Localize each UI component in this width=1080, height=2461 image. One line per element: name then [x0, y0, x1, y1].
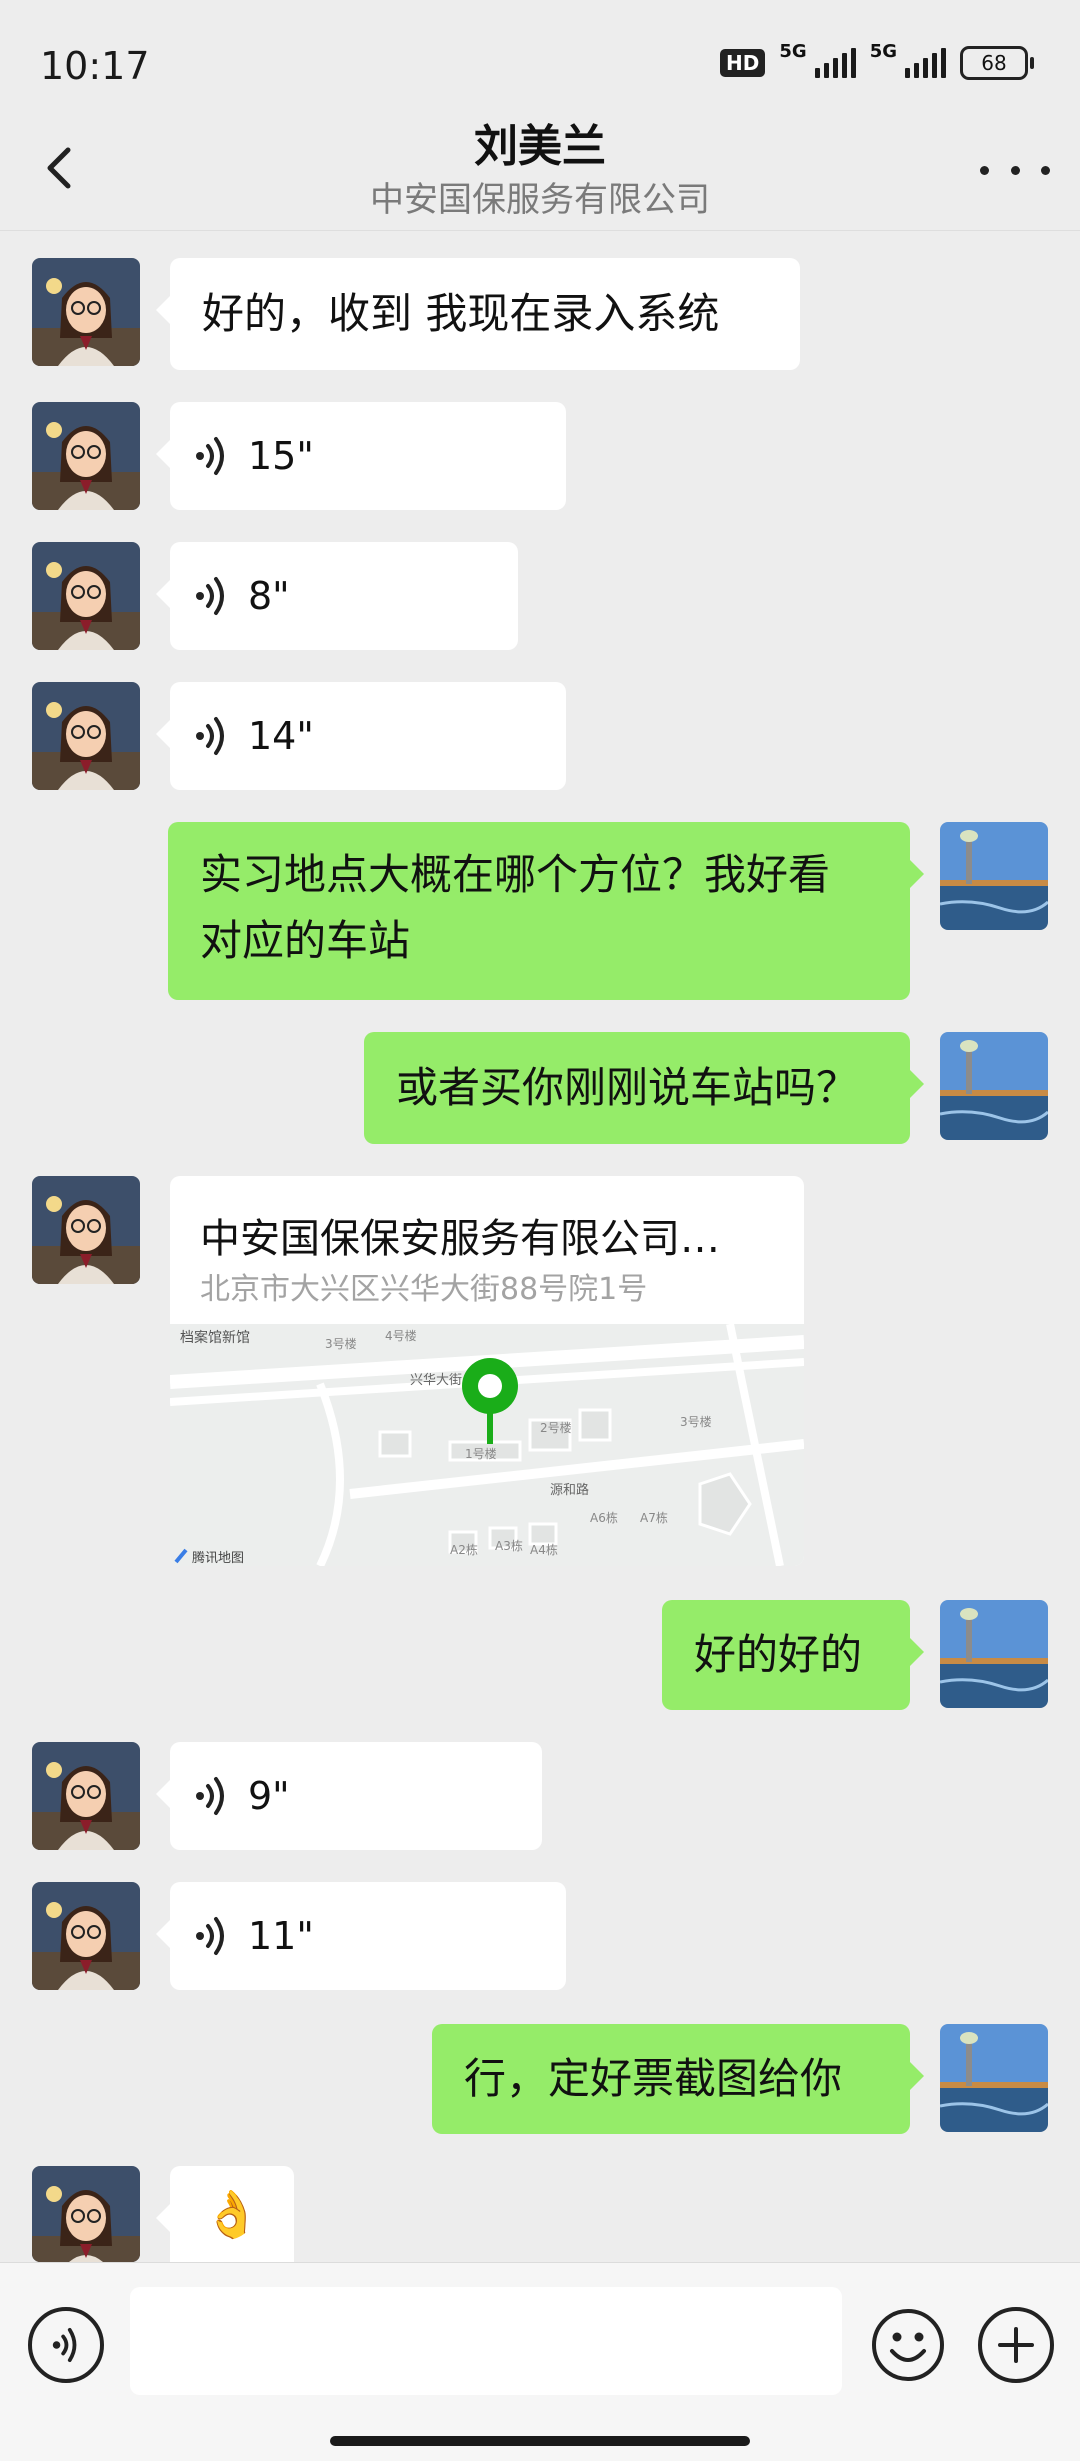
emoji-button[interactable] [870, 2307, 946, 2383]
svg-text:1号楼: 1号楼 [465, 1446, 497, 1461]
location-address: 北京市大兴区兴华大街88号院1号 [200, 1272, 648, 1307]
svg-text:2号楼: 2号楼 [540, 1420, 572, 1435]
voice-input-icon [52, 2328, 77, 2362]
network-type-1: 5G [779, 40, 807, 62]
emoji-icon [872, 2309, 944, 2381]
network-type-2: 5G [869, 40, 897, 62]
my-avatar[interactable] [940, 1032, 1048, 1140]
svg-text:A3栋: A3栋 [495, 1538, 523, 1553]
voice-wave-icon [196, 577, 224, 615]
my-avatar[interactable] [940, 822, 1048, 930]
contact-avatar[interactable] [32, 682, 140, 790]
voice-wave-icon [196, 717, 224, 755]
contact-avatar[interactable] [32, 1742, 140, 1850]
message-bubble-outgoing[interactable]: 行，定好票截图给你 [432, 2024, 924, 2134]
my-avatar[interactable] [940, 2024, 1048, 2132]
map-label: 档案馆新馆 [180, 1329, 250, 1346]
voice-message[interactable]: 11" [156, 1882, 566, 1990]
home-indicator[interactable] [330, 2436, 750, 2446]
status-bar: 10:17 HD 5G 5G 68 [0, 0, 1080, 110]
voice-message[interactable]: 14" [156, 682, 566, 790]
signal-icon-2 [905, 48, 946, 78]
status-time: 10:17 [40, 44, 150, 88]
message-bubble-outgoing[interactable]: 好的好的 [662, 1600, 924, 1710]
plus-icon [998, 2327, 1034, 2363]
map-brand: 腾讯地图 [192, 1550, 244, 1566]
voice-duration: 8" [248, 574, 290, 618]
message-text: 好的，收到 我现在录入系统 [202, 289, 720, 338]
location-card[interactable]: 中安国保保安服务有限公司… 北京市大兴区兴华大街88号院1号 档案馆新馆 3号楼… [170, 1176, 804, 1566]
voice-message[interactable]: 9" [156, 1742, 542, 1850]
back-button[interactable] [30, 128, 90, 208]
signal-icon [814, 48, 856, 78]
voice-wave-icon [196, 1917, 224, 1955]
hd-badge: HD [720, 49, 766, 77]
emoji-message[interactable]: 👌 [156, 2166, 294, 2262]
status-icons: HD 5G 5G 68 [720, 41, 1034, 80]
svg-text:4号楼: 4号楼 [385, 1328, 417, 1343]
message-text: 好的好的 [694, 1630, 863, 1679]
more-dots-icon [980, 165, 989, 175]
message-bubble-outgoing[interactable]: 实习地点大概在哪个方位？我好看 对应的车站 [168, 822, 924, 1000]
message-bubble-incoming[interactable]: 好的，收到 我现在录入系统 [156, 258, 800, 370]
voice-duration: 15" [248, 434, 314, 478]
input-bar [0, 2262, 1080, 2461]
ok-hand-emoji: 👌 [203, 2187, 261, 2241]
my-avatar[interactable] [940, 1600, 1048, 1708]
message-text: 行，定好票截图给你 [464, 2054, 843, 2103]
battery-icon: 68 [960, 46, 1034, 80]
message-text: 或者买你刚刚说车站吗？ [396, 1063, 859, 1112]
voice-message[interactable]: 8" [156, 542, 518, 650]
svg-text:3号楼: 3号楼 [325, 1336, 357, 1351]
contact-avatar[interactable] [32, 1176, 140, 1284]
svg-text:源和路: 源和路 [550, 1482, 589, 1498]
svg-text:兴华大街: 兴华大街 [410, 1373, 462, 1388]
more-button[interactable] [980, 140, 1050, 200]
svg-text:A6栋: A6栋 [590, 1510, 618, 1525]
back-arrow-icon [47, 147, 71, 189]
contact-avatar[interactable] [32, 542, 140, 650]
message-bubble-outgoing[interactable]: 或者买你刚刚说车站吗？ [364, 1032, 924, 1144]
message-input[interactable] [130, 2287, 842, 2395]
chat-subtitle: 中安国保服务有限公司 [370, 180, 710, 220]
svg-text:3号楼: 3号楼 [680, 1414, 712, 1429]
voice-wave-icon [196, 437, 224, 475]
contact-avatar[interactable] [32, 258, 140, 366]
svg-text:A4栋: A4栋 [530, 1542, 558, 1557]
voice-duration: 9" [248, 1774, 290, 1818]
svg-text:A2栋: A2栋 [450, 1542, 478, 1557]
chat-title: 刘美兰 [474, 121, 606, 172]
location-title: 中安国保保安服务有限公司… [200, 1216, 720, 1262]
location-map: 档案馆新馆 3号楼 4号楼 兴华大街 2号楼 3号楼 1号楼 源和路 A6栋 A… [170, 1324, 804, 1566]
contact-avatar[interactable] [32, 402, 140, 510]
message-text: 实习地点大概在哪个方位？我好看 对应的车站 [200, 850, 831, 965]
chat-header: 刘美兰 中安国保服务有限公司 [0, 110, 1080, 230]
voice-duration: 14" [248, 714, 314, 758]
svg-text:A7栋: A7栋 [640, 1510, 668, 1525]
contact-avatar[interactable] [32, 1882, 140, 1990]
more-functions-button[interactable] [978, 2307, 1054, 2383]
voice-duration: 11" [248, 1914, 314, 1958]
voice-message[interactable]: 15" [156, 402, 566, 510]
contact-avatar[interactable] [32, 2166, 140, 2262]
voice-wave-icon [196, 1777, 224, 1815]
header-divider [0, 230, 1080, 231]
voice-input-button[interactable] [28, 2307, 104, 2383]
